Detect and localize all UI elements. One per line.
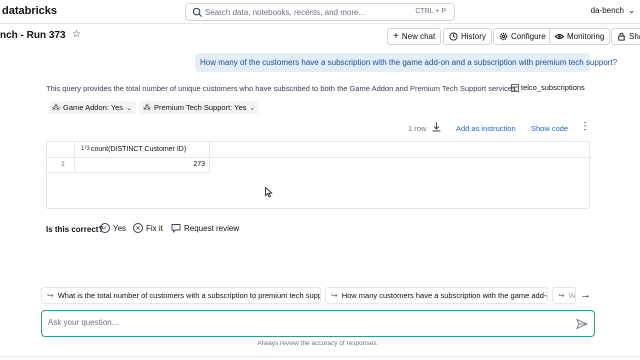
feedback-yes-button[interactable]: ✓ Yes [100, 223, 126, 233]
configure-button[interactable]: Configure [493, 28, 552, 45]
global-search[interactable]: Search data, notebooks, recents, and mor… [185, 3, 455, 21]
disclaimer: Always review the accuracy of responses. [257, 340, 379, 347]
suggestion-chip[interactable]: ↪ W [552, 287, 576, 304]
filter-chip-game-addon[interactable]: ⁂ Game Addon: Yes ⌄ [48, 101, 136, 114]
table-icon [511, 83, 519, 92]
request-review-button[interactable]: Request review [171, 223, 239, 233]
table-cell[interactable]: 273 [187, 161, 205, 168]
share-label: Sha [629, 32, 640, 41]
user-question-bubble: How many of the customers have a subscri… [195, 53, 617, 72]
table-reference[interactable]: telco_subscriptions [511, 83, 585, 92]
divider [0, 356, 640, 357]
add-as-instruction-link[interactable]: Add as instruction [456, 124, 516, 133]
new-chat-label: New chat [401, 32, 436, 41]
request-review-label: Request review [184, 223, 240, 233]
history-button[interactable]: History [443, 28, 492, 45]
page-header: nch - Run 373 ☆ + New chat History Confi… [0, 24, 640, 48]
check-icon: ✓ [100, 223, 110, 233]
search-icon [192, 7, 203, 18]
eye-icon [555, 34, 564, 39]
column-header[interactable]: count(DISTINCT Customer ID) [91, 146, 186, 153]
row-count: 1 row [408, 124, 427, 133]
reply-arrow-icon: ↪ [558, 291, 565, 300]
row-index: 1 [61, 161, 65, 168]
suggestion-chip[interactable]: ↪ What is the total number of customers … [41, 287, 321, 304]
monitoring-button[interactable]: Monitoring [549, 28, 611, 45]
page-title: nch - Run 373 [0, 30, 66, 41]
gear-icon [499, 32, 508, 41]
history-icon [449, 32, 458, 41]
column-divider [74, 142, 75, 172]
close-icon: ✕ [133, 223, 143, 233]
arrow-right-icon[interactable]: → [580, 289, 591, 301]
share-button[interactable]: Sha [611, 28, 640, 45]
plus-icon: + [393, 31, 399, 42]
lock-icon [618, 32, 625, 41]
top-bar: databricks Search data, notebooks, recen… [0, 0, 640, 24]
filter-icon: ⁂ [52, 103, 60, 112]
show-code-link[interactable]: Show code [531, 124, 568, 133]
filter-chip-label: Game Addon: Yes [63, 103, 124, 112]
column-divider [209, 142, 210, 172]
feedback-yes-label: Yes [113, 223, 127, 233]
suggestion-label: What is the total number of customers wi… [57, 291, 321, 300]
response-description: This query provides the total number of … [46, 84, 518, 93]
filter-chip-label: Premium Tech Support: Yes [154, 103, 247, 112]
fix-it-label: Fix it [146, 223, 163, 233]
mouse-cursor-icon [265, 187, 273, 198]
more-options-icon[interactable]: ⋮ [580, 121, 590, 132]
suggestion-label: W [568, 291, 576, 300]
search-shortcut: CTRL + P [415, 8, 446, 15]
chevron-down-icon: ⌄ [126, 104, 132, 112]
chevron-down-icon[interactable]: ⌄ [628, 6, 635, 15]
history-label: History [461, 32, 486, 41]
ask-question-input[interactable] [48, 318, 548, 327]
star-icon[interactable]: ☆ [72, 29, 81, 40]
suggestion-label: How many customers have a subscription w… [341, 291, 548, 300]
new-chat-button[interactable]: + New chat [387, 28, 442, 45]
feedback-question: Is this correct? [46, 225, 104, 234]
speech-bubble-icon [171, 224, 181, 233]
ask-question-box[interactable] [41, 310, 595, 337]
user-menu[interactable]: da-bench [591, 6, 624, 15]
download-icon[interactable] [432, 122, 441, 132]
reply-arrow-icon: ↪ [47, 291, 54, 300]
row-divider [47, 172, 210, 173]
numeric-type-icon: 1²3 [81, 146, 90, 152]
reply-arrow-icon: ↪ [331, 291, 338, 300]
monitoring-label: Monitoring [567, 32, 605, 41]
fix-it-button[interactable]: ✕ Fix it [133, 223, 163, 233]
send-icon[interactable] [576, 318, 588, 330]
table-reference-label: telco_subscriptions [521, 83, 585, 92]
suggestion-chip[interactable]: ↪ How many customers have a subscription… [325, 287, 548, 304]
filter-icon: ⁂ [143, 103, 151, 112]
result-table: 1²3 count(DISTINCT Customer ID) 1 273 [46, 141, 591, 209]
filter-chip-premium-tech-support[interactable]: ⁂ Premium Tech Support: Yes ⌄ [139, 101, 260, 114]
databricks-logo[interactable]: databricks [2, 5, 57, 17]
search-placeholder: Search data, notebooks, recents, and mor… [205, 8, 366, 17]
chevron-down-icon: ⌄ [249, 104, 256, 112]
configure-label: Configure [511, 32, 546, 41]
